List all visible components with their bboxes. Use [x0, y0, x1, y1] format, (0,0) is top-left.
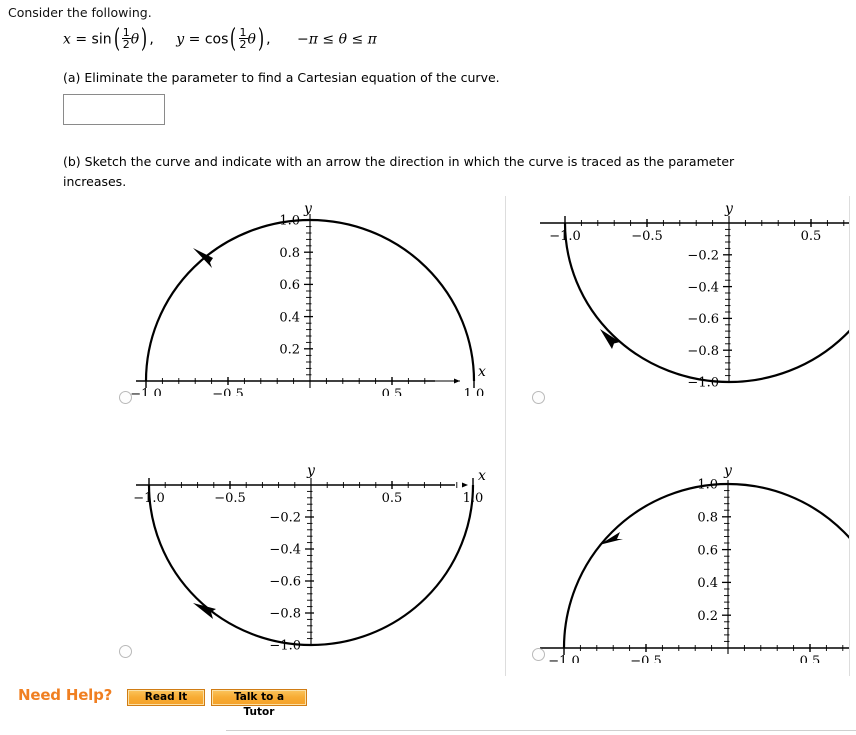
equation-x-variable: x: [63, 31, 71, 48]
x-tick-label-4-1: −0.5: [630, 654, 662, 663]
y-axis-minor-ticks-2: [725, 228, 731, 377]
y-axis-label-2: y: [724, 201, 734, 217]
x-tick-label-1-3: 1.0: [464, 387, 485, 396]
y-tick-label-1-3: 0.8: [279, 246, 300, 261]
y-tick-label-1-2: 0.6: [279, 278, 300, 293]
equation-theta-y: θ: [247, 31, 256, 48]
radio-option-3[interactable]: [119, 645, 132, 658]
y-tick-label-3-0: −0.2: [269, 511, 301, 526]
prompt-intro-text: Consider the following.: [8, 5, 152, 20]
panel-divider-vertical-right: [849, 196, 850, 676]
x-tick-label-4-0: −1.0: [548, 654, 580, 663]
x-tick-label-1-1: −0.5: [212, 387, 244, 396]
y-tick-label-4-3: 0.8: [697, 511, 718, 526]
equation-domain: −π ≤ θ ≤ π: [297, 31, 377, 48]
y-axis-minor-ticks-1: [306, 226, 312, 376]
x-axis-label-3: x: [478, 468, 486, 484]
equation-sin-function: sin: [91, 31, 112, 48]
parametric-equation: x = sin(1 2 θ), y = cos(1 2 θ), −π ≤ θ ≤ π: [63, 23, 377, 54]
graph-option-1-svg: y x −1.0 −0.5 0.5 1.0 0.2 0.4 0.6 0.8 1.…: [130, 201, 486, 396]
x-tick-label-2-1: −0.5: [631, 229, 663, 244]
part-b-question-text: (b) Sketch the curve and indicate with a…: [63, 154, 735, 189]
bottom-divider: [226, 730, 856, 731]
radio-option-2[interactable]: [532, 391, 545, 404]
one-half-fraction-y: 12: [238, 26, 248, 51]
y-tick-label-3-1: −0.4: [269, 543, 301, 558]
radio-option-1[interactable]: [119, 391, 132, 404]
equation-equals-1: =: [75, 31, 88, 48]
graph-option-4[interactable]: y −1.0 −0.5 0.5 0.2 0.4 0.6 0.8 1.0: [516, 458, 849, 663]
graph-option-2-svg: y −1.0 −0.5 0.5 −0.2 −0.4 −0.6 −0.8 −1.0: [540, 201, 849, 391]
x-tick-label-3-1: −0.5: [214, 491, 246, 506]
talk-to-a-tutor-button[interactable]: Talk to a Tutor: [211, 689, 307, 718]
x-axis-arrowhead-1: [454, 378, 460, 384]
x-axis-arrowhead-3: [462, 482, 468, 488]
y-axis-minor-ticks-3: [307, 490, 313, 640]
cartesian-equation-answer-input[interactable]: [63, 94, 165, 125]
graph-option-3[interactable]: y x −1.0 −0.5 0.5 1.0 −0.2 −0.4 −0.6 −0.…: [110, 458, 500, 663]
y-tick-label-4-0: 0.2: [697, 609, 718, 624]
x-tick-label-1-0: −1.0: [130, 387, 162, 396]
panel-divider-vertical-left: [505, 196, 506, 676]
y-tick-label-1-0: 0.2: [279, 343, 300, 358]
equation-cos-function: cos: [204, 31, 229, 48]
y-tick-label-4-1: 0.4: [697, 576, 718, 591]
need-help-label: Need Help?: [18, 686, 113, 704]
y-tick-label-2-3: −0.8: [687, 344, 719, 359]
y-tick-label-2-0: −0.2: [687, 249, 719, 264]
graph-option-3-svg: y x −1.0 −0.5 0.5 1.0 −0.2 −0.4 −0.6 −0.…: [133, 463, 486, 654]
x-axis-label-1: x: [478, 364, 486, 380]
x-tick-label-1-2: 0.5: [382, 387, 403, 396]
y-axis-minor-ticks-4: [724, 490, 730, 642]
equation-y-variable: y: [176, 31, 185, 48]
radio-option-4[interactable]: [532, 648, 545, 661]
equation-equals-2: =: [188, 31, 201, 48]
graph-option-2[interactable]: y −1.0 −0.5 0.5 −0.2 −0.4 −0.6 −0.8 −1.0: [516, 196, 849, 396]
y-axis-label-4: y: [723, 463, 733, 479]
y-tick-label-3-3: −0.8: [269, 607, 301, 622]
y-tick-label-3-2: −0.6: [269, 575, 301, 590]
x-tick-label-2-2: 0.5: [801, 229, 822, 244]
equation-comma-2: ,: [266, 31, 271, 48]
y-tick-label-1-1: 0.4: [279, 310, 300, 325]
y-tick-label-2-2: −0.6: [687, 312, 719, 327]
equation-comma-1: ,: [149, 31, 154, 48]
graph-option-1[interactable]: y x −1.0 −0.5 0.5 1.0 0.2 0.4 0.6 0.8 1.…: [110, 196, 500, 396]
y-axis-label-1: y: [303, 201, 313, 217]
y-tick-label-4-2: 0.6: [697, 543, 718, 558]
x-tick-label-4-2: 0.5: [800, 654, 821, 663]
x-tick-label-3-2: 0.5: [382, 491, 403, 506]
y-axis-label-3: y: [306, 463, 316, 479]
one-half-fraction-x: 12: [121, 26, 131, 51]
equation-theta-x: θ: [130, 31, 140, 48]
y-tick-label-2-1: −0.4: [687, 280, 719, 295]
part-a-question-text: (a) Eliminate the parameter to find a Ca…: [63, 70, 500, 85]
graph-option-4-svg: y −1.0 −0.5 0.5 0.2 0.4 0.6 0.8 1.0: [540, 463, 849, 663]
read-it-button[interactable]: Read It: [127, 689, 205, 706]
